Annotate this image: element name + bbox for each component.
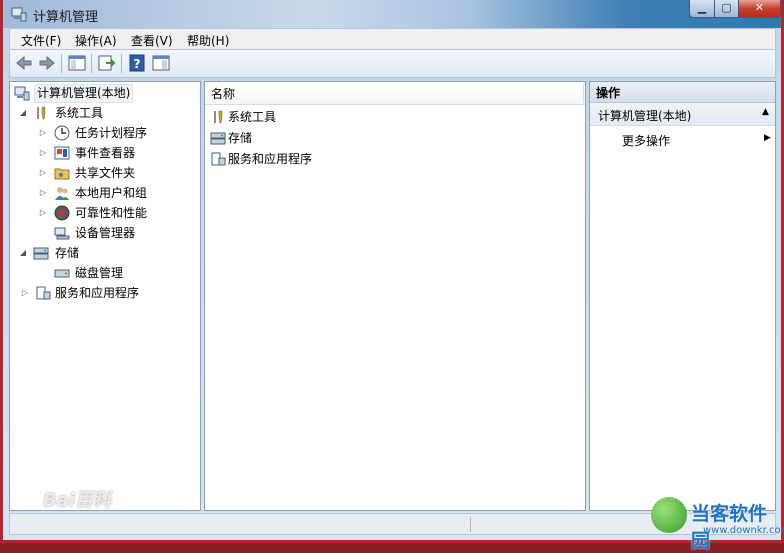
- back-arrow-icon[interactable]: [14, 54, 34, 72]
- tree-label: 服务和应用程序: [55, 286, 140, 300]
- tree-label: 设备管理器: [75, 226, 136, 240]
- list-item[interactable]: 服务和应用程序: [205, 149, 583, 169]
- services-icon: [211, 152, 226, 166]
- actions-title: 操作: [596, 86, 621, 100]
- baidu-watermark: Bai百科: [43, 490, 112, 511]
- close-button[interactable]: ✕: [738, 0, 781, 18]
- tree-item-device-manager[interactable]: 设备管理器: [10, 223, 200, 243]
- list-item[interactable]: 存储: [205, 128, 583, 148]
- tree-label: 本地用户和组: [75, 186, 148, 200]
- expand-arrow-icon[interactable]: ▷: [38, 208, 48, 218]
- column-divider[interactable]: [583, 83, 584, 103]
- brand-logo-icon: [651, 497, 687, 533]
- collapse-arrow-icon[interactable]: ◢: [18, 108, 28, 118]
- help-icon[interactable]: ?: [127, 54, 147, 72]
- more-actions-item[interactable]: 更多操作 ▶: [590, 128, 775, 148]
- console-tree: 计算机管理(本地) ◢ 系统工具 ▷ 任务计划程序 ▷ 事件查看器 ▷ 共享文件…: [9, 81, 201, 511]
- menu-view[interactable]: 查看(V): [131, 32, 173, 49]
- minimize-button[interactable]: ▁: [689, 0, 715, 18]
- tree-label: 磁盘管理: [75, 266, 124, 280]
- shared-folder-icon: [54, 168, 70, 180]
- actions-header: 操作: [590, 82, 775, 103]
- tree-item-task-scheduler[interactable]: ▷ 任务计划程序: [10, 123, 200, 143]
- show-hide-console-tree-icon[interactable]: [67, 54, 87, 72]
- storage-icon: [210, 132, 226, 145]
- collapse-arrow-icon[interactable]: ◢: [18, 248, 28, 258]
- export-list-icon[interactable]: [97, 54, 117, 72]
- tree-item-root[interactable]: 计算机管理(本地): [10, 83, 200, 103]
- toolbar-separator: [61, 54, 62, 73]
- performance-icon: [54, 205, 70, 221]
- menu-bar: 文件(F) 操作(A) 查看(V) 帮助(H): [9, 28, 776, 50]
- tree-label: 共享文件夹: [75, 166, 136, 180]
- device-manager-icon: [54, 227, 70, 240]
- brand-watermark: 当客软件园 www.downkr.com: [651, 497, 784, 552]
- actions-section-computer-management[interactable]: 计算机管理(本地) ▲: [590, 103, 775, 126]
- collapse-up-icon[interactable]: ▲: [762, 107, 769, 117]
- expand-arrow-icon[interactable]: ▷: [38, 148, 48, 158]
- expand-arrow-icon[interactable]: ▷: [20, 288, 30, 298]
- tree-item-disk-management[interactable]: 磁盘管理: [10, 263, 200, 283]
- list-item[interactable]: 系统工具: [205, 107, 583, 127]
- list-item-label: 服务和应用程序: [228, 152, 313, 166]
- disk-icon: [54, 269, 70, 278]
- toolbar-separator: [121, 54, 122, 73]
- tree-label: 系统工具: [55, 106, 104, 120]
- tree-label: 可靠性和性能: [75, 206, 148, 220]
- tree-item-services-apps[interactable]: ▷ 服务和应用程序: [10, 283, 200, 303]
- title-bar[interactable]: 计算机管理 ▁ ▢ ✕: [3, 0, 781, 28]
- users-icon: [55, 187, 69, 200]
- storage-icon: [33, 247, 49, 260]
- list-item-label: 存储: [228, 131, 253, 145]
- menu-action[interactable]: 操作(A): [75, 32, 117, 49]
- forward-arrow-icon[interactable]: [37, 54, 57, 72]
- computer-management-icon: [14, 86, 30, 101]
- tools-icon: [214, 110, 223, 124]
- tree-label: 事件查看器: [75, 146, 136, 160]
- tools-icon: [37, 106, 46, 120]
- column-header-label: 名称: [211, 87, 236, 101]
- window-title: 计算机管理: [33, 10, 99, 25]
- show-hide-action-pane-icon[interactable]: [151, 54, 171, 72]
- tree-item-reliability[interactable]: ▷ 可靠性和性能: [10, 203, 200, 223]
- expand-arrow-icon[interactable]: ▷: [38, 128, 48, 138]
- brand-url: www.downkr.com: [703, 525, 784, 536]
- actions-pane: 操作 计算机管理(本地) ▲ 更多操作 ▶: [589, 81, 776, 511]
- event-viewer-icon: [54, 146, 70, 160]
- tree-item-system-tools[interactable]: ◢ 系统工具: [10, 103, 200, 123]
- computer-management-window: 计算机管理 ▁ ▢ ✕ 文件(F) 操作(A) 查看(V) 帮助(H) ? 计算…: [0, 0, 784, 552]
- toolbar-separator: [91, 54, 92, 73]
- status-divider: [470, 517, 471, 532]
- toolbar: ?: [9, 50, 776, 78]
- svg-text:?: ?: [134, 57, 141, 71]
- tree-label: 存储: [55, 246, 80, 260]
- expand-arrow-icon[interactable]: ▷: [38, 188, 48, 198]
- more-actions-label: 更多操作: [622, 134, 671, 148]
- tree-label: 计算机管理(本地): [34, 84, 134, 103]
- services-icon: [36, 286, 51, 300]
- tree-item-local-users[interactable]: ▷ 本地用户和组: [10, 183, 200, 203]
- menu-help[interactable]: 帮助(H): [187, 32, 229, 49]
- menu-file[interactable]: 文件(F): [21, 32, 61, 49]
- expand-arrow-icon[interactable]: ▷: [38, 168, 48, 178]
- list-item-label: 系统工具: [228, 110, 277, 124]
- tree-item-storage[interactable]: ◢ 存储: [10, 243, 200, 263]
- clock-icon: [54, 125, 70, 141]
- results-list: 名称 系统工具 存储 服务和应用程序: [204, 81, 586, 511]
- maximize-button[interactable]: ▢: [714, 0, 739, 18]
- actions-section-label: 计算机管理(本地): [598, 109, 692, 123]
- tree-item-event-viewer[interactable]: ▷ 事件查看器: [10, 143, 200, 163]
- submenu-arrow-icon: ▶: [764, 133, 771, 143]
- tree-label: 任务计划程序: [75, 126, 148, 140]
- tree-item-shared-folders[interactable]: ▷ 共享文件夹: [10, 163, 200, 183]
- computer-management-icon: [11, 7, 27, 22]
- column-header-name[interactable]: 名称: [205, 82, 585, 105]
